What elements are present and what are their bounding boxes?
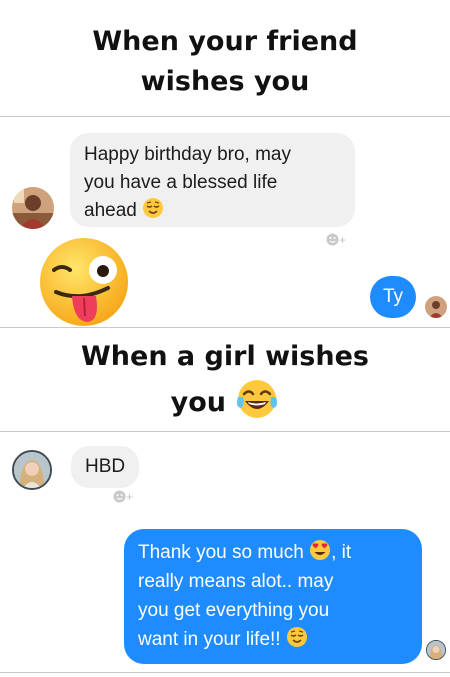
- smiley-icon: [113, 490, 126, 503]
- face-with-tears-of-joy-icon: [237, 380, 278, 418]
- relieved-face-icon: [143, 198, 164, 218]
- caption-line-with-emoji: you: [0, 377, 450, 423]
- message-bubble-incoming[interactable]: HBD: [71, 446, 139, 488]
- message-bubble-outgoing[interactable]: Thank you so much , it really means alot…: [124, 529, 422, 664]
- message-line-with-emoji: ahead: [84, 197, 341, 225]
- divider: [0, 116, 450, 117]
- avatar-self[interactable]: [425, 296, 447, 318]
- caption-friend: When your friend wishes you: [0, 22, 450, 102]
- heart-eyes-face-icon: [310, 540, 331, 560]
- message-line: you have a blessed life: [84, 172, 278, 193]
- avatar-girl[interactable]: [12, 450, 52, 490]
- person-icon: [427, 641, 445, 659]
- reaction-plus: +: [339, 233, 348, 247]
- message-line: ahead: [84, 200, 137, 221]
- relieved-face-icon: [286, 627, 307, 647]
- add-reaction-icon[interactable]: +: [326, 233, 347, 247]
- caption-line: When a girl wishes: [81, 341, 369, 372]
- person-icon: [12, 187, 54, 229]
- smiley-icon: [326, 233, 339, 246]
- message-line: want in your life!!: [138, 629, 281, 650]
- caption-line: wishes you: [140, 66, 310, 97]
- divider: [0, 672, 450, 673]
- avatar-girl-small[interactable]: [426, 640, 446, 660]
- message-line: really means alot.. may: [138, 571, 334, 592]
- person-icon: [14, 452, 50, 488]
- message-bubble-outgoing[interactable]: Ty: [370, 276, 416, 318]
- reaction-plus: +: [126, 490, 135, 504]
- caption-line: you: [170, 387, 226, 418]
- divider: [0, 327, 450, 328]
- message-line: Happy birthday bro, may: [84, 144, 291, 165]
- winking-face-with-tongue-icon: [36, 236, 132, 332]
- message-line-with-emoji: want in your life!!: [138, 625, 408, 654]
- message-line: you get everything you: [138, 600, 330, 621]
- divider: [0, 431, 450, 432]
- message-line: , it: [331, 542, 352, 563]
- add-reaction-icon[interactable]: +: [113, 490, 134, 504]
- message-text: Ty: [382, 286, 404, 307]
- caption-girl: When a girl wishes you: [0, 337, 450, 423]
- caption-line: When your friend: [92, 26, 358, 57]
- person-icon: [425, 296, 447, 318]
- message-text: HBD: [85, 456, 126, 477]
- avatar-friend[interactable]: [12, 187, 54, 229]
- message-bubble-incoming[interactable]: Happy birthday bro, may you have a bless…: [70, 133, 355, 227]
- message-line: Thank you so much: [138, 542, 304, 563]
- message-line-with-emoji: Thank you so much , it: [138, 538, 408, 567]
